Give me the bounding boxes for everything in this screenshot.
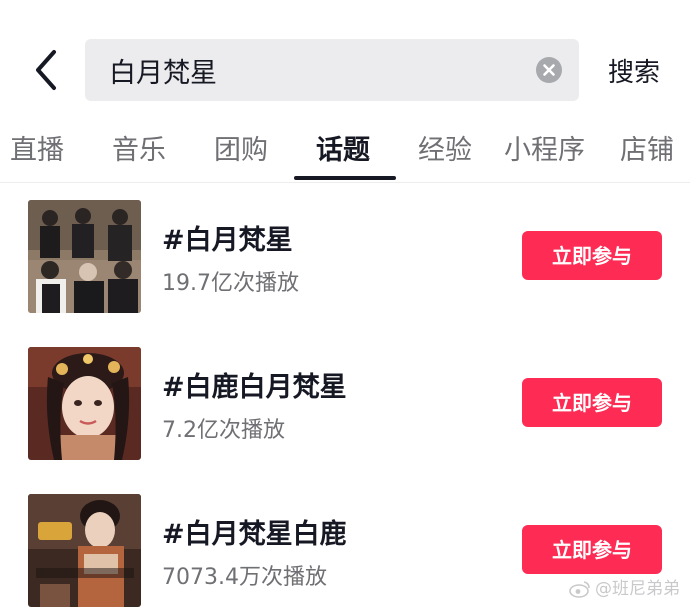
join-topic-button[interactable]: 立即参与	[522, 378, 662, 427]
clear-search-button[interactable]	[536, 57, 562, 83]
tab-live[interactable]: 直播	[10, 128, 64, 167]
chevron-left-icon	[36, 50, 56, 90]
weibo-watermark: @班尼弟弟	[569, 574, 680, 599]
topic-thumbnail	[28, 494, 141, 607]
active-tab-indicator	[294, 176, 396, 180]
tab-topics[interactable]: 话题	[316, 128, 370, 167]
join-topic-button[interactable]: 立即参与	[522, 231, 662, 280]
search-box[interactable]	[85, 39, 579, 101]
topic-play-count: 7.2亿次播放	[162, 418, 285, 443]
topic-play-count: 7073.4万次播放	[162, 565, 327, 590]
topic-thumbnail	[28, 347, 141, 460]
search-submit-button[interactable]: 搜索	[608, 52, 660, 89]
back-button[interactable]	[28, 48, 68, 92]
topic-list-item[interactable]: #白月梵星 19.7亿次播放 立即参与	[0, 200, 690, 313]
tab-music[interactable]: 音乐	[112, 128, 166, 167]
weibo-logo-icon	[569, 581, 590, 598]
join-topic-button[interactable]: 立即参与	[522, 525, 662, 574]
watermark-text: @班尼弟弟	[595, 579, 680, 599]
search-header: 搜索	[0, 0, 690, 120]
tab-group-buy[interactable]: 团购	[214, 128, 268, 167]
topic-title[interactable]: #白鹿白月梵星	[162, 365, 347, 404]
topic-list-item[interactable]: #白鹿白月梵星 7.2亿次播放 立即参与	[0, 347, 690, 460]
tab-mini-programs[interactable]: 小程序	[504, 128, 585, 167]
topic-title[interactable]: #白月梵星白鹿	[162, 512, 347, 551]
close-icon	[543, 64, 555, 76]
topic-thumbnail	[28, 200, 141, 313]
tab-shops[interactable]: 店铺	[620, 128, 674, 167]
category-tabs: 直播 音乐 团购 话题 经验 小程序 店铺	[0, 120, 690, 183]
topic-title[interactable]: #白月梵星	[162, 218, 293, 257]
tab-experience[interactable]: 经验	[418, 128, 472, 167]
search-input[interactable]	[109, 39, 529, 101]
topic-play-count: 19.7亿次播放	[162, 271, 299, 296]
